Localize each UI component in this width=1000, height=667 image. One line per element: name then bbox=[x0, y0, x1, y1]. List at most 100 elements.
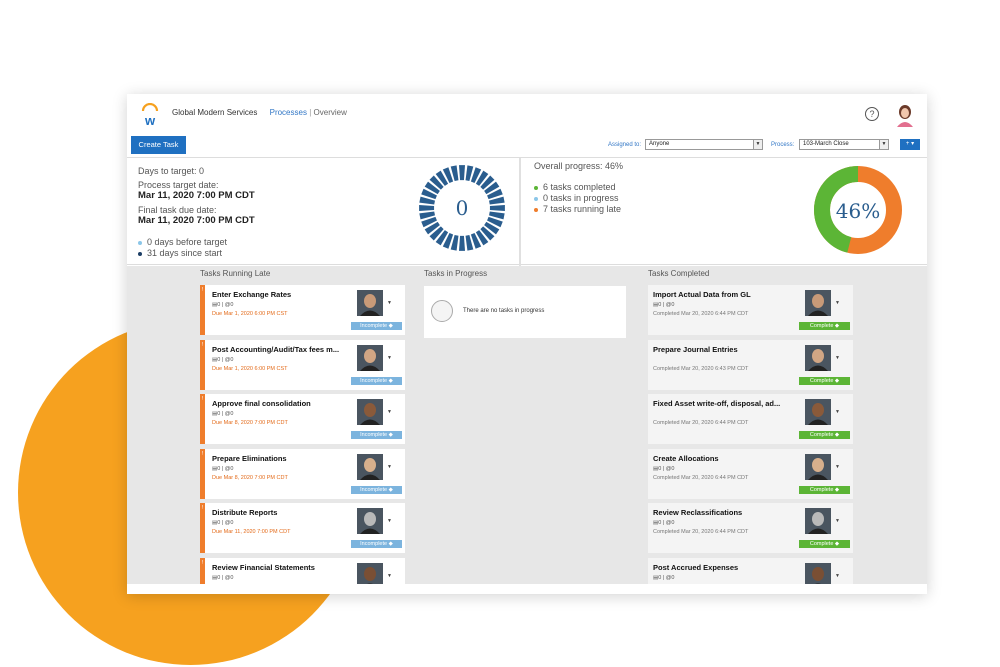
status-badge[interactable]: Incomplete ◆ bbox=[351, 322, 402, 330]
task-counts: ▤0 | @0 bbox=[653, 574, 675, 581]
chevron-down-icon[interactable]: ▼ bbox=[835, 409, 840, 415]
task-title[interactable]: Import Actual Data from GL bbox=[653, 290, 751, 299]
assigned-to-select[interactable]: Anyone ▼ bbox=[645, 139, 763, 150]
create-task-button[interactable]: Create Task bbox=[131, 136, 186, 154]
task-title[interactable]: Post Accrued Expenses bbox=[653, 563, 738, 572]
chevron-down-icon[interactable]: ▼ bbox=[879, 140, 888, 149]
completed-text: 6 tasks completed bbox=[543, 182, 616, 192]
chevron-down-icon[interactable]: ▼ bbox=[387, 464, 392, 470]
task-board: Tasks Running Late Tasks in Progress Tas… bbox=[127, 266, 927, 584]
assignee-avatar[interactable] bbox=[805, 562, 831, 584]
late-task-card[interactable]: ! Prepare Eliminations ▤0 | @0 Due Mar 8, 2… bbox=[200, 448, 405, 499]
process-select[interactable]: 103-March Close ▼ bbox=[799, 139, 889, 150]
late-task-card[interactable]: ! Enter Exchange Rates ▤0 | @0 Due Mar 1, 2… bbox=[200, 285, 405, 335]
days-before-text: 0 days before target bbox=[147, 237, 228, 247]
bullet-icon bbox=[138, 240, 142, 245]
chevron-down-icon[interactable]: ▼ bbox=[387, 573, 392, 579]
status-badge[interactable]: Complete ◆ bbox=[799, 322, 850, 330]
task-counts: ▤0 | @0 bbox=[212, 574, 234, 581]
task-title[interactable]: Prepare Journal Entries bbox=[653, 345, 738, 354]
completed-task-card[interactable]: Prepare Journal Entries Completed Mar 20,… bbox=[648, 339, 853, 390]
assignee-avatar[interactable] bbox=[805, 453, 831, 480]
user-avatar-icon[interactable] bbox=[895, 103, 915, 127]
days-to-target: Days to target: 0 bbox=[138, 166, 205, 176]
chevron-down-icon[interactable]: ▼ bbox=[835, 573, 840, 579]
help-icon[interactable]: ? bbox=[865, 107, 879, 121]
workday-logo-icon[interactable]: w bbox=[140, 103, 160, 127]
assignee-avatar[interactable] bbox=[805, 290, 831, 316]
bullet-icon bbox=[534, 196, 538, 201]
status-badge[interactable]: Complete ◆ bbox=[799, 485, 850, 494]
completed-task-card[interactable]: Import Actual Data from GL ▤0 | @0 Complet… bbox=[648, 285, 853, 335]
bullet-icon bbox=[534, 185, 538, 190]
chevron-down-icon[interactable]: ▼ bbox=[387, 300, 392, 306]
assignee-avatar[interactable] bbox=[357, 399, 383, 425]
app-window: w Global Modern Services Processes | Ove… bbox=[127, 94, 927, 594]
late-indicator-bar: ! bbox=[200, 339, 205, 390]
chevron-down-icon[interactable]: ▼ bbox=[835, 464, 840, 470]
assignee-avatar[interactable] bbox=[357, 508, 383, 534]
task-due-date: Due Mar 8, 2020 7:00 PM CDT bbox=[212, 474, 288, 481]
chevron-down-icon[interactable]: ▼ bbox=[387, 355, 392, 361]
col-title-completed: Tasks Completed bbox=[648, 269, 710, 278]
completed-count: 6 tasks completed bbox=[534, 182, 616, 192]
status-badge[interactable]: Complete ◆ bbox=[799, 540, 850, 548]
task-completed-date: Completed Mar 20, 2020 6:44 PM CDT bbox=[653, 474, 749, 481]
assignee-avatar[interactable] bbox=[805, 399, 831, 425]
assignee-avatar[interactable] bbox=[805, 344, 831, 371]
task-counts: ▤0 | @0 bbox=[212, 411, 234, 417]
assignee-avatar[interactable] bbox=[805, 508, 831, 534]
toolbar: Create Task Assigned to: Anyone ▼ Proces… bbox=[127, 134, 927, 156]
task-counts: ▤0 | @0 bbox=[212, 520, 234, 526]
days-since-text: 31 days since start bbox=[147, 248, 223, 258]
company-name[interactable]: Global Modern Services bbox=[172, 108, 257, 117]
assignee-avatar[interactable] bbox=[357, 290, 383, 316]
late-task-card[interactable]: ! Distribute Reports ▤0 | @0 Due Mar 11, 20… bbox=[200, 503, 405, 553]
task-completed-date: Completed Mar 20, 2020 6:43 PM CDT bbox=[653, 365, 749, 372]
task-title[interactable]: Approve final consolidation bbox=[212, 399, 311, 408]
late-task-card[interactable]: ! Review Financial Statements ▤0 | @0 ▼ bbox=[200, 557, 405, 584]
chevron-down-icon[interactable]: ▼ bbox=[387, 409, 392, 415]
status-badge[interactable]: Incomplete ◆ bbox=[351, 540, 402, 548]
task-title[interactable]: Fixed Asset write-off, disposal, ad... bbox=[653, 399, 780, 408]
task-due-date: Due Mar 11, 2020 7:00 PM CDT bbox=[212, 529, 291, 535]
task-title[interactable]: Post Accounting/Audit/Tax fees m... bbox=[212, 345, 339, 354]
status-badge[interactable]: Incomplete ◆ bbox=[351, 431, 402, 439]
assignee-avatar[interactable] bbox=[357, 562, 383, 584]
status-badge[interactable]: Complete ◆ bbox=[799, 431, 850, 439]
status-badge[interactable]: Incomplete ◆ bbox=[351, 376, 402, 385]
target-summary: Days to target: 0 Process target date: M… bbox=[127, 158, 521, 266]
chevron-down-icon[interactable]: ▼ bbox=[835, 355, 840, 361]
final-due-date: Mar 11, 2020 7:00 PM CDT bbox=[138, 215, 255, 226]
completed-task-card[interactable]: Post Accrued Expenses ▤0 | @0 ▼ bbox=[648, 557, 853, 584]
add-button[interactable]: + ▾ bbox=[900, 139, 920, 150]
task-title[interactable]: Prepare Eliminations bbox=[212, 454, 287, 463]
assignee-avatar[interactable] bbox=[357, 453, 383, 480]
progress-donut: 46% bbox=[814, 166, 902, 254]
in-progress-count: 0 tasks in progress bbox=[534, 193, 619, 203]
breadcrumb-processes-link[interactable]: Processes bbox=[270, 108, 307, 117]
app-header: w Global Modern Services Processes | Ove… bbox=[127, 94, 927, 134]
task-title[interactable]: Review Financial Statements bbox=[212, 563, 315, 572]
assigned-to-label: Assigned to: bbox=[608, 142, 642, 148]
target-date: Mar 11, 2020 7:00 PM CDT bbox=[138, 190, 255, 201]
chevron-down-icon[interactable]: ▼ bbox=[753, 140, 762, 149]
completed-task-card[interactable]: Review Reclassifications ▤0 | @0 Completed… bbox=[648, 503, 853, 553]
completed-task-card[interactable]: Create Allocations ▤0 | @0 Completed Mar 2… bbox=[648, 448, 853, 499]
chevron-down-icon[interactable]: ▼ bbox=[387, 518, 392, 524]
chevron-down-icon[interactable]: ▼ bbox=[835, 300, 840, 306]
completed-task-card[interactable]: Fixed Asset write-off, disposal, ad... Co… bbox=[648, 394, 853, 444]
late-indicator-bar: ! bbox=[200, 285, 205, 335]
status-badge[interactable]: Incomplete ◆ bbox=[351, 485, 402, 494]
task-title[interactable]: Create Allocations bbox=[653, 454, 719, 463]
task-title[interactable]: Distribute Reports bbox=[212, 508, 277, 517]
progress-summary: Overall progress: 46% 6 tasks completed … bbox=[523, 158, 927, 266]
assignee-avatar[interactable] bbox=[357, 344, 383, 371]
late-task-card[interactable]: ! Post Accounting/Audit/Tax fees m... ▤0 |… bbox=[200, 339, 405, 390]
final-due-label: Final task due date: bbox=[138, 205, 217, 215]
task-title[interactable]: Enter Exchange Rates bbox=[212, 290, 291, 299]
chevron-down-icon[interactable]: ▼ bbox=[835, 518, 840, 524]
late-task-card[interactable]: ! Approve final consolidation ▤0 | @0 Due M… bbox=[200, 394, 405, 444]
status-badge[interactable]: Complete ◆ bbox=[799, 376, 850, 385]
task-title[interactable]: Review Reclassifications bbox=[653, 508, 742, 517]
